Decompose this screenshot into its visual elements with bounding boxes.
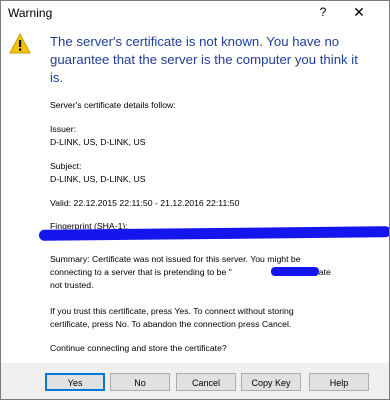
heading-line: The server's certificate is not known. Y… bbox=[50, 34, 340, 49]
instructions-line: If you trust this certificate, press Yes… bbox=[50, 306, 294, 316]
close-button[interactable]: ✕ bbox=[349, 3, 369, 21]
summary-line: Summary: Certificate was not issued for … bbox=[50, 254, 301, 264]
summary-line: not trusted. bbox=[50, 280, 94, 290]
summary-line: connecting to a server that is pretendin… bbox=[50, 267, 331, 277]
subject-value: D-LINK, US, D-LINK, US bbox=[50, 174, 146, 184]
heading-line: is. bbox=[50, 70, 64, 85]
instructions-line: certificate, press No. To abandon the co… bbox=[50, 319, 292, 329]
copy-key-button[interactable]: Copy Key bbox=[241, 373, 301, 391]
validity-dates: Valid: 22.12.2015 22:11:50 - 21.12.2016 … bbox=[50, 198, 240, 208]
instructions-text: If you trust this certificate, press Yes… bbox=[50, 305, 380, 331]
details-intro: Server's certificate details follow: bbox=[50, 100, 176, 110]
subject-label: Subject: bbox=[50, 161, 82, 171]
yes-button[interactable]: Yes bbox=[45, 373, 105, 391]
summary-text: Summary: Certificate was not issued for … bbox=[50, 253, 380, 292]
fingerprint-redaction bbox=[38, 226, 389, 241]
heading-line: guarantee that the server is the compute… bbox=[50, 52, 358, 67]
continue-question: Continue connecting and store the certif… bbox=[50, 343, 227, 353]
help-title-button[interactable]: ? bbox=[313, 3, 333, 21]
certificate-warning-dialog: Warning ? ✕ The server's certificate is … bbox=[0, 0, 390, 400]
title-bar: Warning ? ✕ bbox=[1, 1, 389, 23]
window-title: Warning bbox=[8, 6, 53, 20]
warning-icon bbox=[9, 33, 31, 54]
warning-heading: The server's certificate is not known. Y… bbox=[50, 33, 370, 87]
no-button[interactable]: No bbox=[110, 373, 170, 391]
issuer-value: D-LINK, US, D-LINK, US bbox=[50, 137, 146, 147]
help-button[interactable]: Help bbox=[309, 373, 369, 391]
server-name-redaction bbox=[271, 267, 319, 276]
issuer-label: Issuer: bbox=[50, 124, 77, 134]
cancel-button[interactable]: Cancel bbox=[176, 373, 236, 391]
